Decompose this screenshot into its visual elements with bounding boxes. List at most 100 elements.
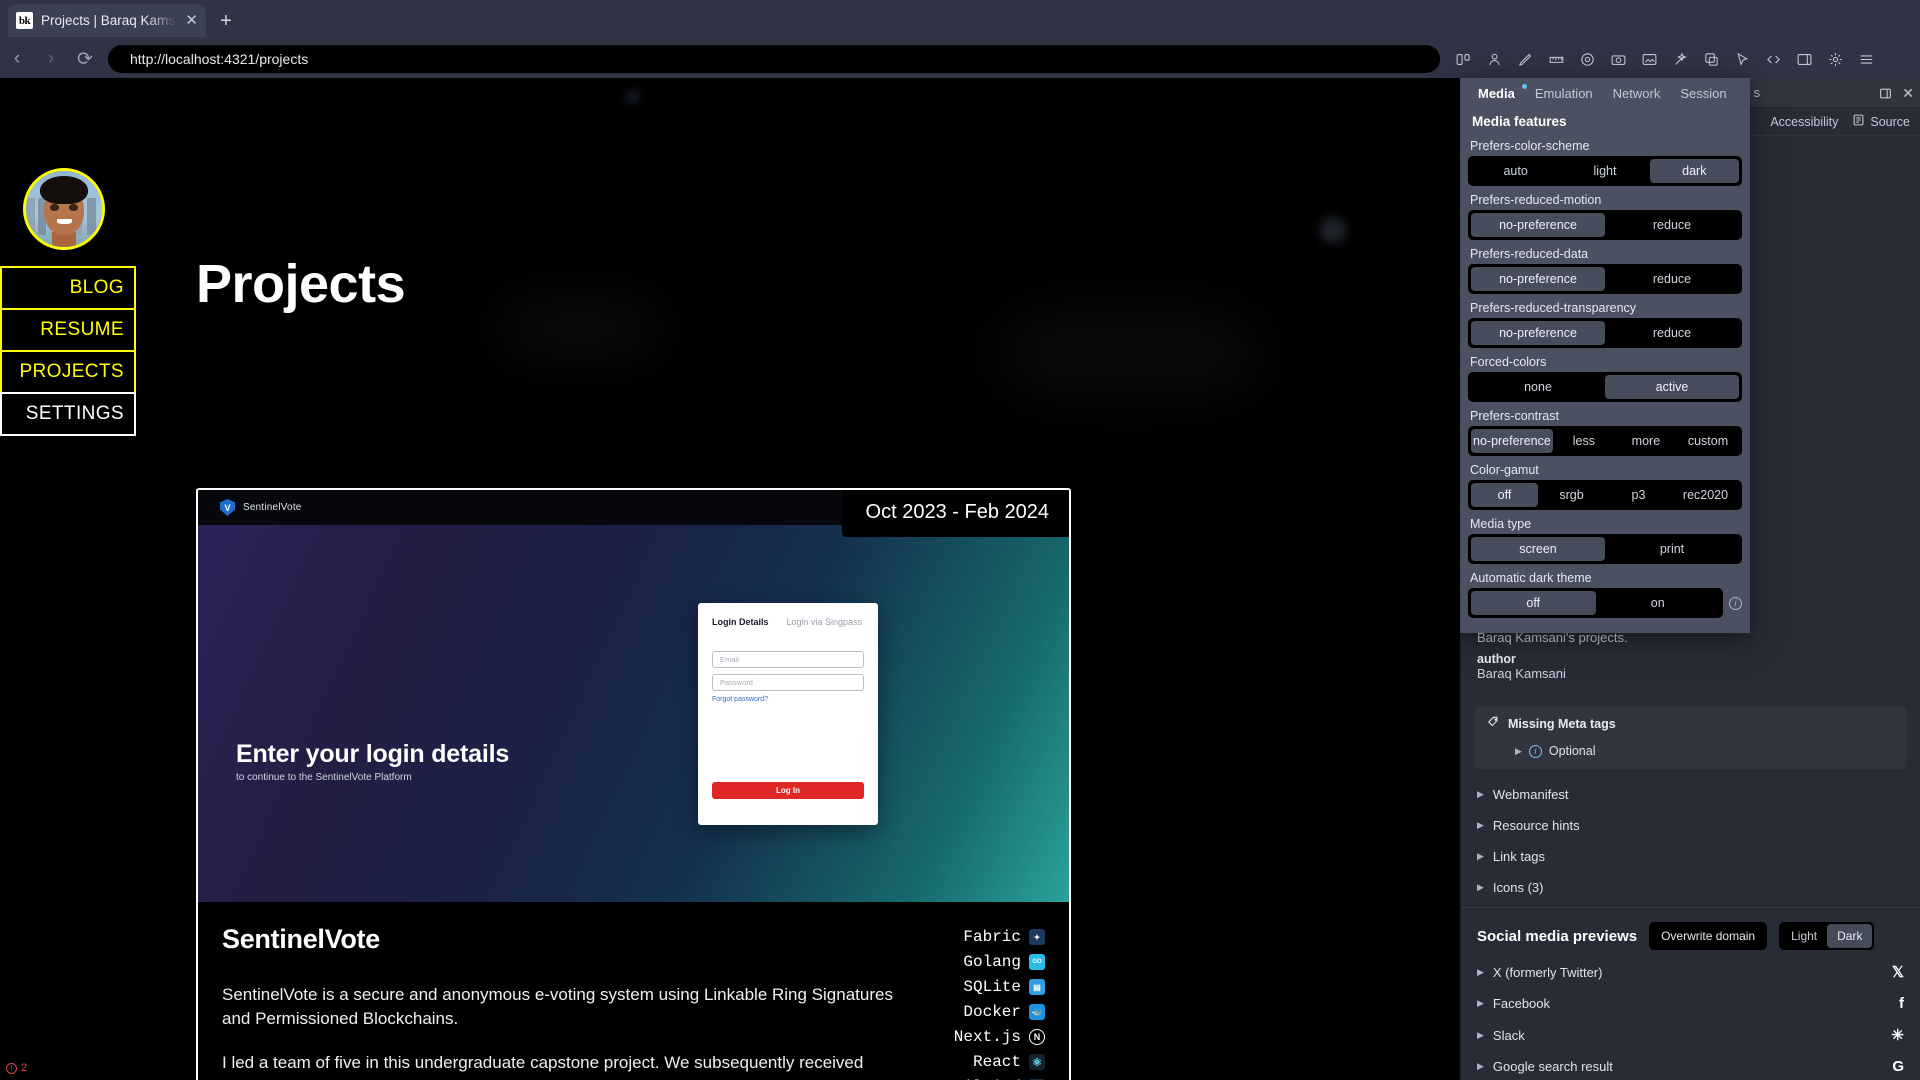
devtools-panel-controls: ✕ [1879,78,1914,108]
option-reduce[interactable]: reduce [1605,213,1739,237]
accordion-resource-hints[interactable]: ▶ Resource hints [1461,810,1920,841]
option-none[interactable]: none [1471,375,1605,399]
tab-clipped[interactable]: s [1754,78,1773,108]
account-icon[interactable] [1479,45,1510,73]
media-tab-emulation[interactable]: Emulation [1525,78,1603,108]
accordion-icons[interactable]: ▶ Icons (3) [1461,872,1920,903]
social-row-x[interactable]: ▶ X (formerly Twitter) 𝕏 [1461,956,1920,988]
accordion-webmanifest[interactable]: ▶ Webmanifest [1461,779,1920,810]
copy-icon[interactable] [1696,45,1727,73]
option-reduce[interactable]: reduce [1605,267,1739,291]
pointer-icon[interactable] [1727,45,1758,73]
sidebar-item-blog[interactable]: BLOG [0,266,136,310]
accordion-link-tags[interactable]: ▶ Link tags [1461,841,1920,872]
close-icon[interactable]: ✕ [1902,85,1914,102]
chevron-right-icon: ▶ [1477,882,1484,892]
option-more[interactable]: more [1615,429,1677,453]
devtools-toolbar [1448,45,1882,73]
media-tab-session[interactable]: Session [1670,78,1736,108]
option-dark[interactable]: dark [1649,159,1739,183]
email-field[interactable]: Email [712,651,864,668]
media-panel-tabbar: Media Emulation Network Session [1468,78,1742,108]
target-icon[interactable] [1572,45,1603,73]
option-custom[interactable]: custom [1677,429,1739,453]
option-screen[interactable]: screen [1471,537,1605,561]
project-paragraph: I led a team of five in this undergradua… [222,1053,864,1080]
code-icon[interactable] [1758,45,1789,73]
overwrite-domain-button[interactable]: Overwrite domain [1649,922,1768,950]
option-active[interactable]: active [1605,375,1739,399]
accordion-label: Icons (3) [1492,880,1544,895]
golang-icon: GO [1029,954,1045,970]
option-no-preference[interactable]: no-preference [1471,213,1605,237]
segmented-control: none active [1468,372,1742,402]
option-auto[interactable]: auto [1471,159,1560,183]
social-row-slack[interactable]: ▶ Slack ✳ [1461,1019,1920,1051]
screenshot-app-name: SentinelVote [243,502,302,513]
wand-icon[interactable] [1665,45,1696,73]
option-reduce[interactable]: reduce [1605,321,1739,345]
avatar [23,168,105,250]
option-srgb[interactable]: srgb [1538,483,1605,507]
password-field[interactable]: Password [712,674,864,691]
divider [1461,907,1920,908]
back-icon[interactable]: ‹ [0,44,34,74]
menu-icon[interactable] [1851,45,1882,73]
login-button[interactable]: Log In [712,782,864,799]
forgot-password-link[interactable]: Forgot password? [712,696,864,703]
option-light[interactable]: light [1560,159,1649,183]
settings-icon[interactable] [1820,45,1851,73]
segmented-control: no-preference reduce [1468,210,1742,240]
option-print[interactable]: print [1605,537,1739,561]
new-tab-button[interactable]: + [213,8,239,34]
tab-login-details[interactable]: Login Details [712,617,769,627]
option-p3[interactable]: p3 [1605,483,1672,507]
reload-icon[interactable]: ⟳ [68,44,102,74]
info-icon[interactable]: i [1729,596,1742,610]
close-icon[interactable]: ✕ [185,13,198,28]
social-row-facebook[interactable]: ▶ Facebook f [1461,988,1920,1019]
forward-icon[interactable]: › [34,44,68,74]
option-less[interactable]: less [1553,429,1615,453]
tab-login-singpass[interactable]: Login via Singpass [787,617,863,627]
option-no-preference[interactable]: no-preference [1471,429,1553,453]
feature-label: Prefers-reduced-motion [1470,193,1602,207]
sidebar-item-projects[interactable]: PROJECTS [0,350,136,394]
camera-icon[interactable] [1603,45,1634,73]
google-icon: G [1892,1058,1904,1075]
social-label: Slack [1492,1027,1525,1043]
media-tab-network[interactable]: Network [1603,78,1671,108]
sidebar-item-resume[interactable]: RESUME [0,308,136,352]
option-off[interactable]: off [1471,591,1596,615]
screenshot-body: Enter your login details to continue to … [198,525,1069,902]
option-no-preference[interactable]: no-preference [1471,321,1605,345]
optional-accordion[interactable]: ▶ i Optional [1515,744,1894,758]
media-feature-prefers-contrast: Prefers-contrast no-preference less more… [1468,409,1742,456]
option-rec2020[interactable]: rec2020 [1672,483,1739,507]
theme-dark-option[interactable]: Dark [1827,924,1873,948]
image-icon[interactable] [1634,45,1665,73]
option-off[interactable]: off [1471,483,1538,507]
ruler-icon[interactable] [1541,45,1572,73]
sidebar-icon[interactable] [1789,45,1820,73]
media-tab-media[interactable]: Media [1468,78,1527,108]
social-row-google[interactable]: ▶ Google search result G [1461,1051,1920,1080]
media-feature-prefers-reduced-data: Prefers-reduced-data no-preference reduc… [1468,247,1742,294]
address-bar[interactable]: http://localhost:4321/projects [108,45,1440,73]
error-badge[interactable]: ! 2 [6,1062,27,1074]
responsive-design-mode-icon[interactable] [1448,45,1479,73]
pencil-icon[interactable] [1510,45,1541,73]
subtab-accessibility[interactable]: Accessibility [1765,115,1838,129]
sidebar-item-settings[interactable]: SETTINGS [0,392,136,436]
chevron-right-icon: ▶ [1477,998,1484,1008]
dock-panel-icon[interactable] [1879,87,1892,100]
theme-light-option[interactable]: Light [1781,924,1827,948]
browser-tab[interactable]: bk Projects | Baraq Kamsani ✕ [8,4,206,37]
project-card: SentinelVote Oct 2023 - Feb 2024 Enter y… [196,488,1071,1080]
subtab-source[interactable]: Source [1852,113,1910,130]
segmented-control: auto light dark [1468,156,1742,186]
media-feature-forced-colors: Forced-colors none active [1468,355,1742,402]
option-no-preference[interactable]: no-preference [1471,267,1605,291]
slack-icon: ✳ [1891,1027,1904,1044]
option-on[interactable]: on [1596,591,1721,615]
